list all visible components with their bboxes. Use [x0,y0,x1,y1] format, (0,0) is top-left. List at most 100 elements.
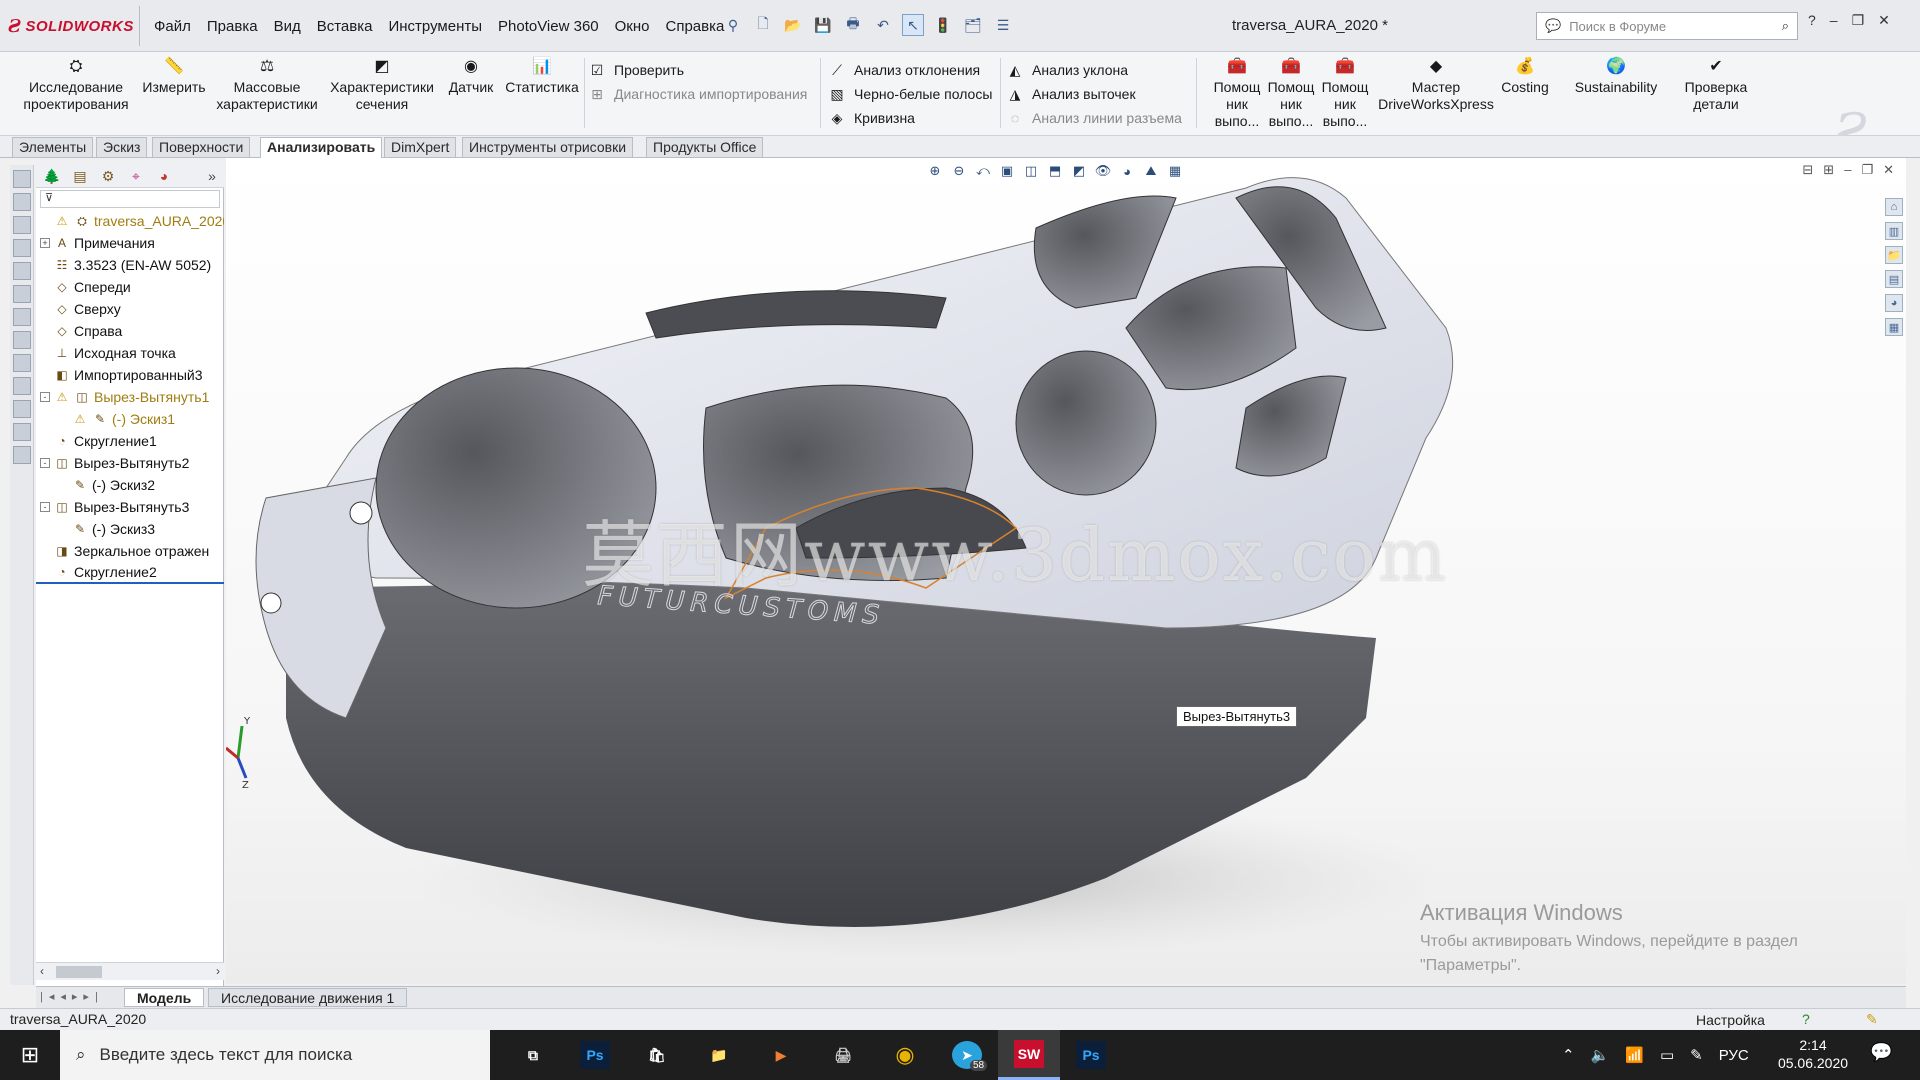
forum-search-input[interactable]: 💬 Поиск в Форуме ⌕ [1536,12,1798,40]
tree-item[interactable]: ◇ Сверху [36,298,224,320]
strip-tool-icon[interactable] [13,262,31,280]
file-explorer-icon[interactable]: 📁 [1885,246,1903,264]
options-icon[interactable]: ☰ [992,14,1014,36]
menu-item-4[interactable]: Инструменты [380,16,490,38]
search-icon[interactable]: ⌕ [1782,18,1789,34]
strip-tool-icon[interactable] [13,285,31,303]
design-library-icon[interactable]: ▥ [1885,222,1903,240]
taskbar-app-printer[interactable]: 🖨 [812,1030,874,1080]
tree-item[interactable]: ◨ Зеркальное отражен [36,540,224,562]
graphics-area[interactable]: FUTURCUSTOMS Y Z ⊕ ⊖ ⤺ ▣ ◫ ⬒ ◩ 👁 ◕ ⛰ ▦ ⊟ [226,158,1906,984]
property-manager-tab-icon[interactable]: ▤ [68,166,92,186]
tab-5[interactable]: Инструменты отрисовки [462,137,634,157]
viewport-close-icon[interactable]: ✕ [1883,162,1894,178]
ribbon-button-0[interactable]: ⛭ Исследование проектирования [16,56,136,113]
tree-item[interactable]: + A Примечания [36,232,224,254]
taskbar-app-photoshop[interactable]: Ps [564,1030,626,1080]
print-icon[interactable]: 🖶 [842,14,864,36]
minimize-icon[interactable]: – [1830,12,1838,29]
apply-scene-icon[interactable]: ⛰ [1142,162,1160,180]
strip-tool-icon[interactable] [13,193,31,211]
expand-panel-icon[interactable]: » [200,166,224,186]
tile-vertical-icon[interactable]: ⊞ [1823,162,1834,178]
tab-4[interactable]: DimXpert [384,137,457,157]
hide-show-items-icon[interactable]: 👁 [1094,162,1112,180]
strip-tool-icon[interactable] [13,354,31,372]
ribbon-button-8[interactable]: 🧰 Помощ ник выпо... [1316,56,1374,130]
section-view-icon[interactable]: ▣ [998,162,1016,180]
tree-item[interactable]: ◧ Импортированный3 [36,364,224,386]
tree-item[interactable]: ◇ Справа [36,320,224,342]
ribbon-small-button-2[interactable]: ⟋ Анализ отклонения [828,58,980,82]
tree-item[interactable]: - ⚠ ◫ Вырез-Вытянуть1 [36,386,224,408]
tile-horizontal-icon[interactable]: ⊟ [1802,162,1813,178]
strip-tool-icon[interactable] [13,308,31,326]
ribbon-small-button-7[interactable]: ◌ Анализ линии разъема [1006,106,1182,130]
view-orientation-icon[interactable]: ⬒ [1046,162,1064,180]
tree-expander-icon[interactable]: + [40,238,50,248]
ribbon-button-4[interactable]: ◉ Датчик [442,56,500,96]
tree-horizontal-scrollbar[interactable]: ‹ › [36,962,224,980]
ribbon-button-12[interactable]: ✔ Проверка детали [1676,56,1756,113]
tree-item[interactable]: ☷ 3.3523 (EN-AW 5052) [36,254,224,276]
viewport-minimize-icon[interactable]: – [1844,162,1851,178]
bottom-tab-0[interactable]: Модель [124,988,205,1007]
tree-item[interactable]: ✎ (-) Эскиз3 [36,518,224,540]
tree-item[interactable]: - ◫ Вырез-Вытянуть3 [36,496,224,518]
input-language[interactable]: РУС [1719,1047,1749,1064]
menu-item-6[interactable]: Окно [607,16,658,38]
ribbon-button-7[interactable]: 🧰 Помощ ник выпо... [1262,56,1320,130]
menu-item-2[interactable]: Вид [266,16,309,38]
tree-item[interactable]: ⊥ Исходная точка [36,342,224,364]
appearance-tab-icon[interactable]: ◕ [152,166,176,186]
strip-tool-icon[interactable] [13,239,31,257]
ribbon-button-2[interactable]: ⚖ Массовые характеристики [212,56,322,113]
taskbar-app-media[interactable]: ▶ [750,1030,812,1080]
viewport-restore-icon[interactable]: ❐ [1861,162,1873,178]
appearances-scenes-icon[interactable]: ◕ [1885,294,1903,312]
tree-expander-icon[interactable]: - [40,458,50,468]
solidworks-resources-icon[interactable]: ⌂ [1885,198,1903,216]
status-customize[interactable]: Настройка [1696,1012,1765,1028]
battery-icon[interactable]: ▭ [1660,1046,1674,1064]
tab-2[interactable]: Поверхности [152,137,251,157]
ribbon-small-button-1[interactable]: ⊞ Диагностика импортирования [588,82,807,106]
scroll-thumb[interactable] [56,966,102,978]
status-help-icon[interactable]: ? [1802,1011,1810,1027]
ribbon-small-button-4[interactable]: ◈ Кривизна [828,106,915,130]
tree-expander-icon[interactable]: - [40,502,50,512]
menu-item-0[interactable]: Файл [146,16,199,38]
tree-item[interactable]: ◔ Скругление2 [36,562,224,584]
custom-properties-icon[interactable]: ▦ [1885,318,1903,336]
strip-tool-icon[interactable] [13,423,31,441]
zoom-to-fit-icon[interactable]: ⊕ [926,162,944,180]
ribbon-button-9[interactable]: ◆ Мастер DriveWorksXpress [1376,56,1496,113]
feature-tree-tab-icon[interactable]: 🌲 [40,166,64,186]
strip-tool-icon[interactable] [13,400,31,418]
network-icon[interactable]: 📶 [1625,1046,1644,1064]
windows-start-icon[interactable]: ⊞ [0,1030,60,1080]
taskbar-app-solidworks[interactable]: SW [998,1030,1060,1080]
ribbon-button-5[interactable]: 📊 Статистика [502,56,582,96]
tree-item[interactable]: ✎ (-) Эскиз2 [36,474,224,496]
tree-item[interactable]: ◔ Скругление1 [36,430,224,452]
taskbar-app-task-view[interactable]: ⧉ [502,1030,564,1080]
scroll-left-icon[interactable]: ‹ [40,964,44,978]
menu-item-3[interactable]: Вставка [309,16,381,38]
configuration-manager-tab-icon[interactable]: ⚙ [96,166,120,186]
display-style-icon[interactable]: ◩ [1070,162,1088,180]
help-icon[interactable]: ? [1808,12,1816,29]
tree-item[interactable]: ⚠ ⛭ traversa_AURA_2020 [36,210,224,232]
ribbon-small-button-0[interactable]: ☑ Проверить [588,58,684,82]
ribbon-small-button-6[interactable]: ◮ Анализ выточек [1006,82,1136,106]
file-properties-icon[interactable]: 🗂 [962,14,984,36]
ribbon-button-1[interactable]: 📏 Измерить [138,56,210,96]
strip-tool-icon[interactable] [13,216,31,234]
dimxpert-tab-icon[interactable]: ⌖ [124,166,148,186]
status-rebuild-icon[interactable]: ✎ [1866,1011,1878,1028]
traffic-light-icon[interactable]: 🚦 [932,14,954,36]
view-palette-icon[interactable]: ▤ [1885,270,1903,288]
ribbon-button-6[interactable]: 🧰 Помощ ник выпо... [1208,56,1266,130]
solidworks-logo[interactable]: Ƨ SOLIDWORKS [8,12,136,40]
tray-chevron-icon[interactable]: ⌃ [1562,1046,1575,1064]
